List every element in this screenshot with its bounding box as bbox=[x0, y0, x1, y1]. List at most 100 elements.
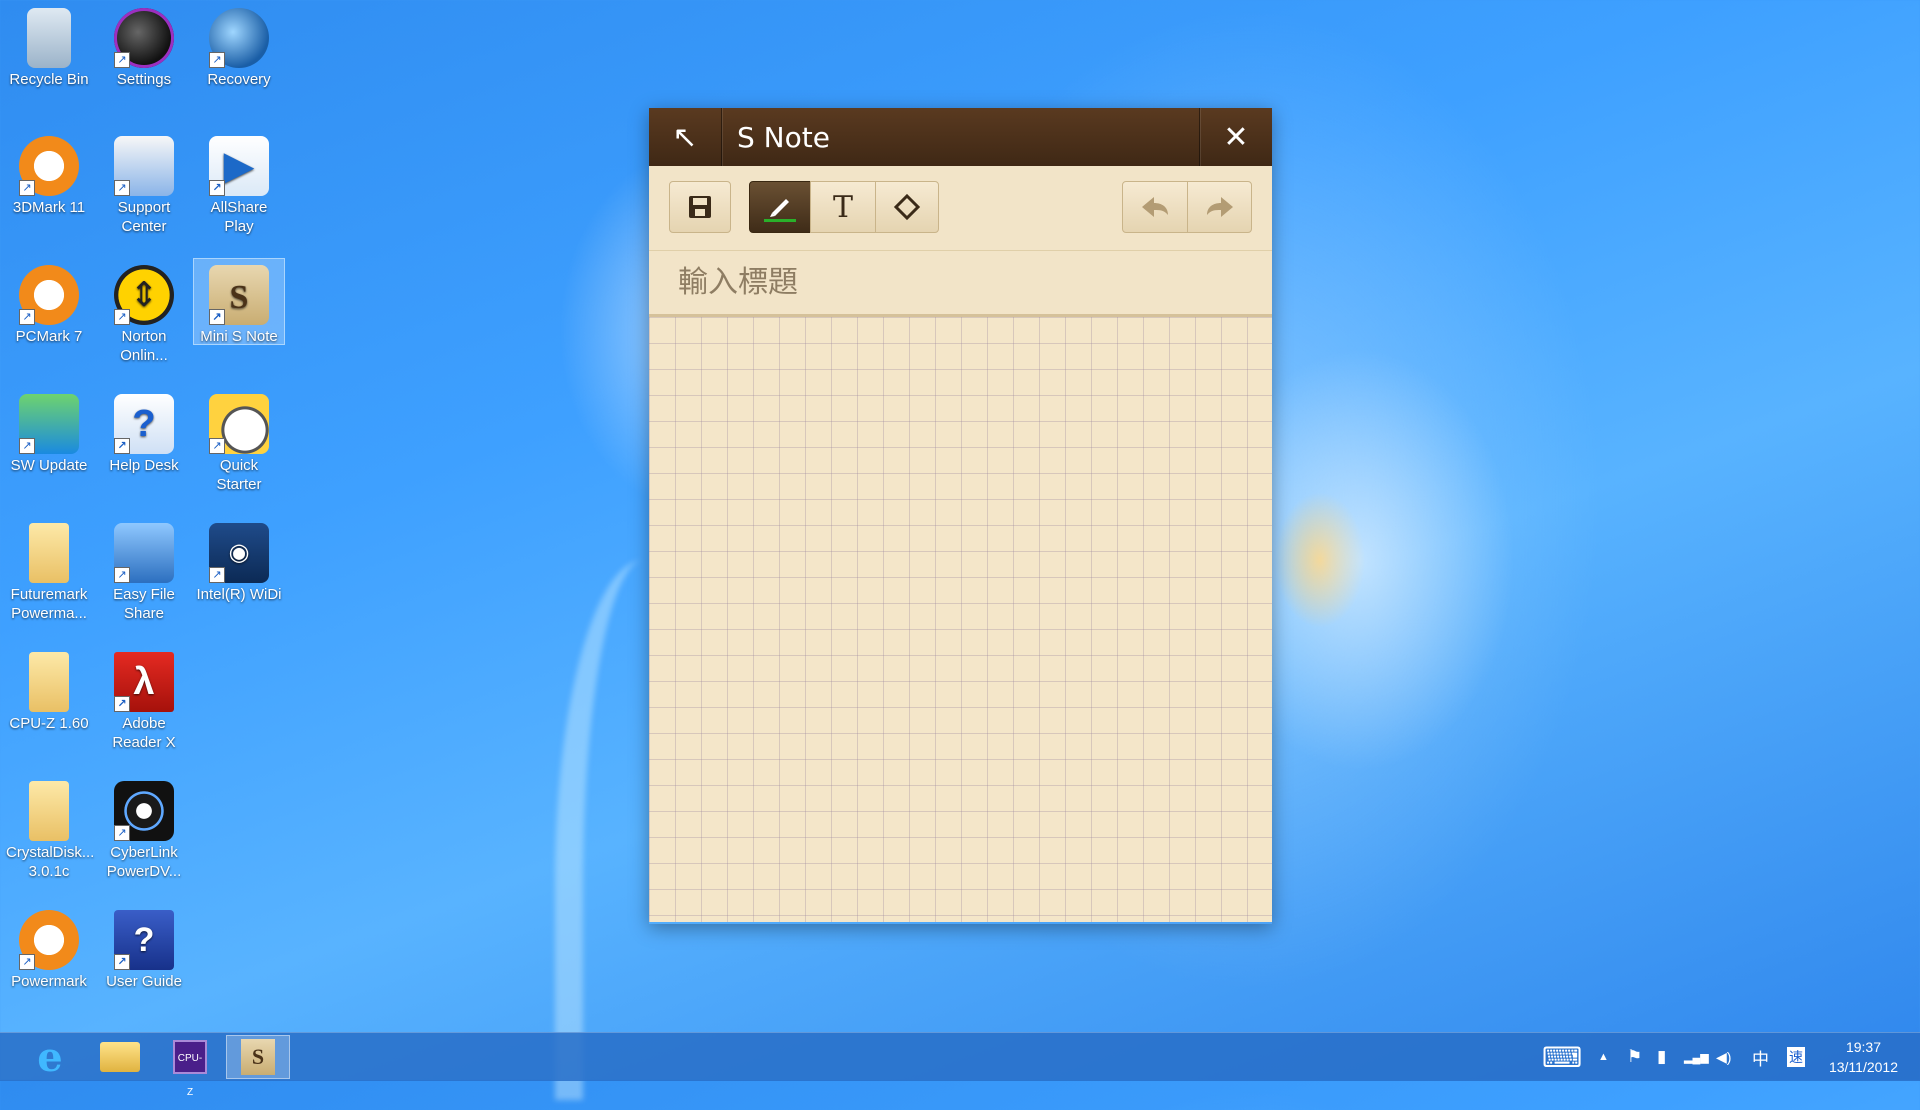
back-icon[interactable]: ↖ bbox=[649, 108, 721, 166]
desktop-icon-user-guide[interactable]: ? ↗ User Guide bbox=[99, 904, 189, 1014]
desktop-icon-recycle-bin[interactable]: Recycle Bin bbox=[4, 2, 94, 112]
note-title-input[interactable] bbox=[676, 264, 1240, 301]
desktop-icon-support-center[interactable]: ↗ Support Center bbox=[99, 130, 189, 240]
eraser-tool-button[interactable] bbox=[875, 181, 939, 233]
pen-tool-button[interactable] bbox=[749, 181, 811, 233]
desktop-icon-adobe-reader-x[interactable]: λ ↗ Adobe Reader X bbox=[99, 646, 189, 756]
shortcut-arrow-icon: ↗ bbox=[114, 567, 130, 583]
window-title: S Note bbox=[737, 120, 830, 154]
desktop-icon-label: Quick Starter bbox=[216, 457, 262, 493]
eraser-icon bbox=[893, 193, 921, 221]
clock-date: 13/11/2012 bbox=[1828, 1059, 1898, 1075]
redo-button[interactable] bbox=[1187, 181, 1252, 233]
cpu-z-icon: CPU-Z bbox=[173, 1040, 207, 1098]
desktop-icon-powermark[interactable]: ↗ Powermark bbox=[4, 904, 94, 1014]
desktop-icon-label: Support Center bbox=[117, 199, 171, 235]
recycle-bin-icon bbox=[27, 8, 71, 68]
desktop-icon-cyberlink-powerdvd[interactable]: ↗ CyberLink PowerDV... bbox=[99, 775, 189, 885]
pen-color-indicator bbox=[764, 219, 796, 222]
desktop-icon-label: AllShare Play bbox=[210, 199, 268, 235]
clock-time: 19:37 bbox=[1845, 1039, 1881, 1055]
shortcut-arrow-icon: ↗ bbox=[209, 438, 225, 454]
pcmark-7-icon: ↗ bbox=[19, 265, 79, 325]
ime-language-indicator[interactable]: 中 bbox=[1752, 1033, 1769, 1081]
save-button[interactable] bbox=[669, 181, 731, 233]
desktop-icon-label: Help Desk bbox=[109, 457, 179, 474]
action-center-flag-icon[interactable]: ⚑ bbox=[1627, 1033, 1642, 1081]
shortcut-arrow-icon: ↗ bbox=[114, 696, 130, 712]
drawing-canvas[interactable] bbox=[649, 317, 1272, 922]
quick-starter-icon: ↗ bbox=[209, 394, 269, 454]
taskbar-s-note[interactable]: S bbox=[226, 1035, 290, 1079]
shortcut-arrow-icon: ↗ bbox=[19, 954, 35, 970]
desktop-icon-easy-file-share[interactable]: ↗ Easy File Share bbox=[99, 517, 189, 627]
network-icon[interactable]: ▂▄▆ bbox=[1684, 1033, 1709, 1081]
desktop-icon-allshare-play[interactable]: ▶ ↗ AllShare Play bbox=[194, 130, 284, 240]
shortcut-arrow-icon: ↗ bbox=[114, 180, 130, 196]
desktop-icon-3dmark-11[interactable]: ↗ 3DMark 11 bbox=[4, 130, 94, 240]
shortcut-arrow-icon: ↗ bbox=[114, 825, 130, 841]
desktop-icon-sw-update[interactable]: ↗ SW Update bbox=[4, 388, 94, 498]
user-guide-icon: ? ↗ bbox=[114, 910, 174, 970]
desktop-icon-help-desk[interactable]: ? ↗ Help Desk bbox=[99, 388, 189, 498]
undo-button[interactable] bbox=[1122, 181, 1188, 233]
desktop-icon-label: Recovery bbox=[207, 71, 271, 88]
taskbar-file-explorer[interactable] bbox=[88, 1035, 152, 1079]
desktop-icon-label: Adobe Reader X bbox=[112, 715, 176, 751]
desktop-icon-quick-starter[interactable]: ↗ Quick Starter bbox=[194, 388, 284, 498]
support-center-icon: ↗ bbox=[114, 136, 174, 196]
shortcut-arrow-icon: ↗ bbox=[114, 438, 130, 454]
shortcut-arrow-icon: ↗ bbox=[114, 954, 130, 970]
desktop-icon-futuremark-powermark[interactable]: Futuremark Powerma... bbox=[4, 517, 94, 627]
volume-icon[interactable]: ◀) bbox=[1716, 1033, 1731, 1081]
note-title-field[interactable] bbox=[649, 251, 1272, 317]
snote-titlebar[interactable]: ↖ S Note ✕ bbox=[649, 108, 1272, 166]
desktop-icon-settings[interactable]: ↗ Settings bbox=[99, 2, 189, 112]
desktop-icon-crystaldisk[interactable]: CrystalDisk... 3.0.1c bbox=[4, 775, 94, 885]
desktop-icon-label: 3DMark 11 bbox=[12, 199, 86, 216]
taskbar-cpu-z[interactable]: CPU-Z bbox=[158, 1035, 222, 1098]
taskbar-internet-explorer[interactable]: e bbox=[18, 1034, 82, 1081]
desktop-icon-label: Settings bbox=[116, 71, 172, 88]
save-icon bbox=[689, 196, 711, 218]
shortcut-arrow-icon: ↗ bbox=[19, 180, 35, 196]
desktop-icon-label: CyberLink PowerDV... bbox=[106, 844, 182, 880]
cyberlink-powerdvd-icon: ↗ bbox=[114, 781, 174, 841]
cpu-z-icon bbox=[29, 652, 69, 712]
desktop-icon-label: CrystalDisk... 3.0.1c bbox=[6, 844, 95, 880]
shortcut-arrow-icon: ↗ bbox=[114, 52, 130, 68]
adobe-reader-x-icon: λ ↗ bbox=[114, 652, 174, 712]
desktop-icon-pcmark-7[interactable]: ↗ PCMark 7 bbox=[4, 259, 94, 369]
show-hidden-icons-chevron-icon[interactable]: ▲ bbox=[1598, 1033, 1609, 1081]
pen-icon bbox=[770, 199, 789, 217]
ime-mode-indicator[interactable]: 速 bbox=[1787, 1033, 1805, 1081]
undo-icon bbox=[1142, 197, 1168, 217]
desktop-icon-mini-s-note[interactable]: S ↗ Mini S Note bbox=[193, 258, 285, 345]
shortcut-arrow-icon: ↗ bbox=[19, 309, 35, 325]
touch-keyboard-icon[interactable]: ⌨ bbox=[1542, 1033, 1582, 1081]
help-desk-icon: ? ↗ bbox=[114, 394, 174, 454]
taskbar: e CPU-Z S ⌨ ▲ ⚑ ▮ ▂▄▆ ◀) 中 速 19:37 13/11… bbox=[0, 1032, 1920, 1098]
snote-window[interactable]: ↖ S Note ✕ T bbox=[649, 108, 1272, 924]
futuremark-powermark-icon bbox=[29, 523, 69, 583]
intel-widi-icon: ◉ ↗ bbox=[209, 523, 269, 583]
battery-icon[interactable]: ▮ bbox=[1657, 1033, 1666, 1081]
desktop-icon-intel-widi[interactable]: ◉ ↗ Intel(R) WiDi bbox=[194, 517, 284, 627]
desktop-icon-norton-online[interactable]: ⇕ ↗ Norton Onlin... bbox=[99, 259, 189, 369]
shortcut-arrow-icon: ↗ bbox=[114, 309, 130, 325]
shortcut-arrow-icon: ↗ bbox=[209, 180, 225, 196]
recovery-icon: ↗ bbox=[209, 8, 269, 68]
desktop-icon-label: User Guide bbox=[106, 973, 182, 990]
redo-icon bbox=[1206, 197, 1233, 217]
clock[interactable]: 19:37 13/11/2012 bbox=[1829, 1037, 1898, 1077]
close-button[interactable]: ✕ bbox=[1200, 108, 1272, 166]
desktop-icon-label: PCMark 7 bbox=[15, 328, 83, 345]
shortcut-arrow-icon: ↗ bbox=[209, 567, 225, 583]
desktop-icon-cpu-z[interactable]: CPU-Z 1.60 bbox=[4, 646, 94, 756]
desktop-icon-label: Norton Onlin... bbox=[120, 328, 168, 364]
text-tool-button[interactable]: T bbox=[810, 181, 876, 233]
allshare-play-icon: ▶ ↗ bbox=[209, 136, 269, 196]
shortcut-arrow-icon: ↗ bbox=[209, 309, 225, 325]
desktop-icon-label: Intel(R) WiDi bbox=[196, 586, 282, 603]
desktop-icon-recovery[interactable]: ↗ Recovery bbox=[194, 2, 284, 112]
